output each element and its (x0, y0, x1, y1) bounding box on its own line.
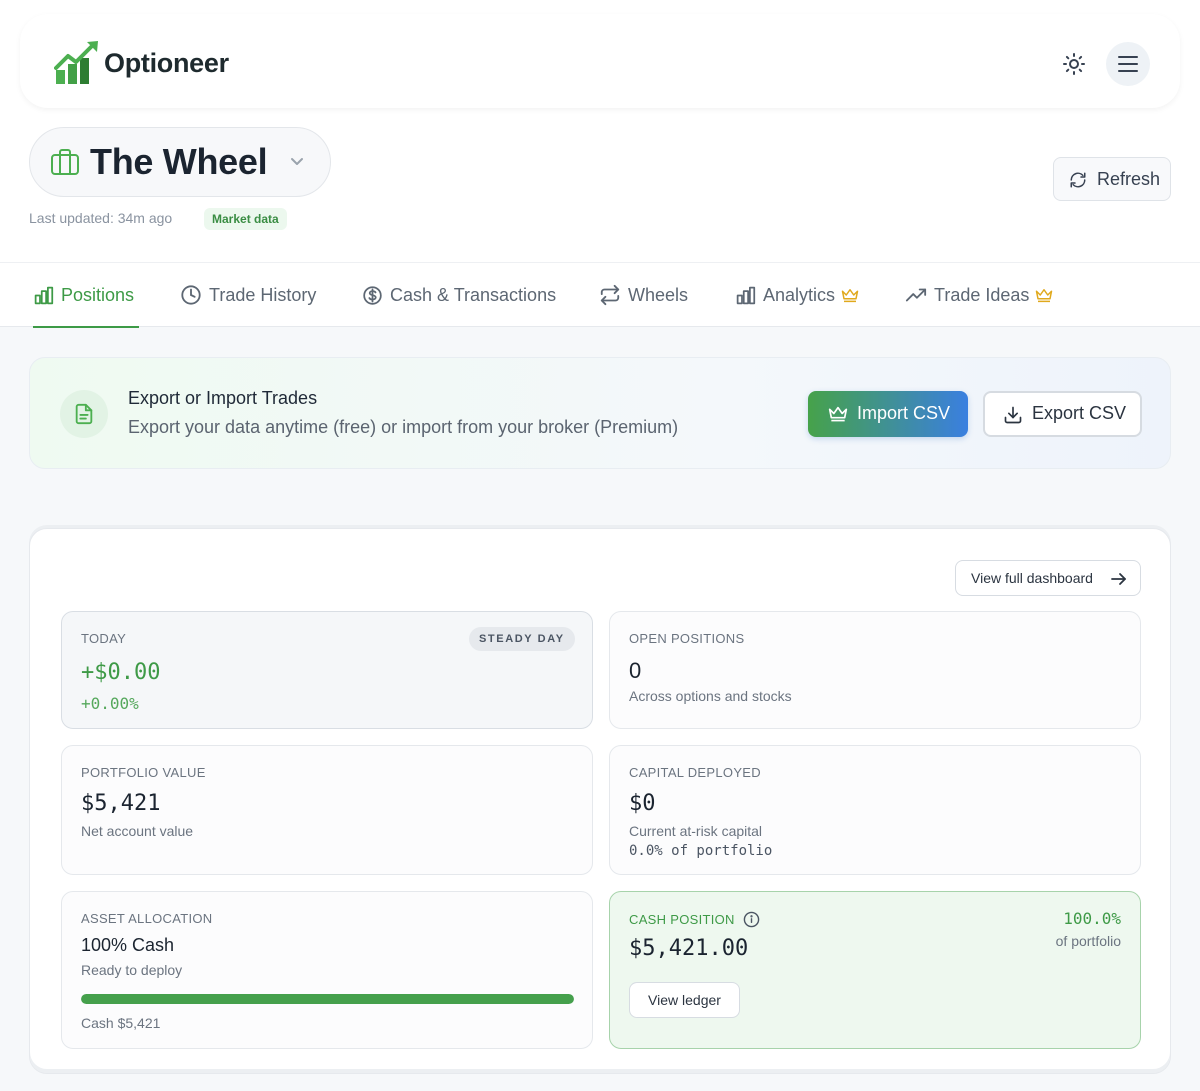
open-positions-card: OPEN POSITIONS 0 Across options and stoc… (609, 611, 1141, 729)
capital-deployed-value: $0 (629, 791, 656, 816)
open-positions-sub: Across options and stocks (629, 688, 792, 704)
cash-position-card: CASH POSITION 100.0% of portfolio $5,421… (609, 891, 1141, 1049)
banner-title: Export or Import Trades (128, 388, 318, 408)
portfolio-value-card: PORTFOLIO VALUE $5,421 Net account value (61, 745, 593, 875)
file-icon-wrap (60, 390, 108, 438)
menu-button[interactable] (1106, 42, 1150, 86)
asset-allocation-sub: Ready to deploy (81, 962, 183, 978)
refresh-label: Refresh (1097, 169, 1161, 189)
portfolio-selector[interactable]: The Wheel (29, 127, 331, 197)
capital-deployed-pct: 0.0% of portfolio (629, 843, 773, 859)
import-csv-label: Import CSV (857, 403, 951, 423)
view-ledger-button[interactable]: View ledger (629, 982, 740, 1018)
tab-positions[interactable]: Positions (33, 263, 140, 328)
import-csv-button[interactable]: Import CSV (808, 391, 968, 437)
brand-name: Optioneer (104, 47, 229, 78)
dollar-circle-icon (363, 285, 382, 305)
chevron-down-icon (291, 158, 303, 165)
portfolio-value-label: PORTFOLIO VALUE (81, 765, 206, 780)
dashboard-summary: View full dashboard TODAY STEADY DAY +$0… (29, 528, 1171, 1074)
capital-deployed-card: CAPITAL DEPLOYED $0 Current at-risk capi… (609, 745, 1141, 875)
asset-allocation-label: ASSET ALLOCATION (81, 911, 213, 926)
clock-icon (181, 285, 201, 305)
brand-logo[interactable]: Optioneer (54, 40, 229, 86)
tab-label: Trade History (209, 284, 317, 305)
asset-allocation-footer: Cash $5,421 (81, 1015, 161, 1031)
theme-toggle-button[interactable] (1060, 50, 1088, 78)
repeat-icon (600, 284, 620, 306)
cash-position-pct-sub: of portfolio (1055, 933, 1121, 949)
top-area: Optioneer The Wheel Last updated: 34m ag… (0, 0, 1200, 262)
allocation-progress-bar (81, 994, 574, 1004)
refresh-button[interactable]: Refresh (1053, 157, 1171, 201)
tab-label: Analytics (763, 284, 836, 305)
arrow-right-icon (1111, 573, 1126, 585)
portfolio-value: $5,421 (81, 791, 161, 816)
portfolio-name: The Wheel (90, 141, 268, 182)
cash-position-pct: 100.0% (1063, 909, 1121, 928)
export-csv-label: Export CSV (1032, 403, 1127, 423)
tab-label: Cash & Transactions (390, 284, 557, 305)
capital-deployed-label: CAPITAL DEPLOYED (629, 765, 761, 780)
tab-trade-history[interactable]: Trade History (180, 263, 316, 327)
download-icon (1004, 406, 1022, 424)
tab-label: Trade Ideas (934, 284, 1030, 305)
crown-icon (1036, 289, 1053, 303)
bar-chart-icon (736, 286, 756, 304)
file-text-icon (75, 403, 93, 425)
steady-day-badge: STEADY DAY (469, 627, 575, 651)
last-updated-text: Last updated: 34m ago (29, 210, 173, 226)
tab-trade-ideas[interactable]: Trade Ideas (905, 263, 1060, 327)
tabs-bar: Positions Trade History Cash & Transacti… (0, 262, 1200, 328)
banner-subtitle: Export your data anytime (free) or impor… (128, 417, 679, 437)
allocation-progress-fill (81, 994, 574, 1004)
view-full-dashboard-button[interactable]: View full dashboard (955, 560, 1141, 596)
hamburger-menu-icon (1118, 56, 1138, 72)
tab-cash-transactions[interactable]: Cash & Transactions (362, 263, 556, 327)
portfolio-value-sub: Net account value (81, 823, 194, 839)
view-full-dashboard-label: View full dashboard (971, 570, 1093, 586)
trending-up-icon (905, 288, 927, 302)
cash-position-label-row: CASH POSITION (629, 911, 760, 928)
tab-label: Positions (61, 284, 135, 305)
open-positions-label: OPEN POSITIONS (629, 631, 745, 646)
info-icon[interactable] (743, 911, 760, 928)
crown-icon (841, 289, 859, 303)
export-csv-button[interactable]: Export CSV (983, 391, 1142, 437)
tab-wheels[interactable]: Wheels (599, 263, 688, 327)
import-export-banner: Export or Import Trades Export your data… (29, 357, 1171, 469)
today-value: +$0.00 (81, 660, 161, 685)
cash-position-value: $5,421.00 (629, 936, 749, 961)
asset-allocation-card: ASSET ALLOCATION 100% Cash Ready to depl… (61, 891, 593, 1049)
tab-analytics[interactable]: Analytics (735, 263, 866, 327)
cash-position-label: CASH POSITION (629, 912, 735, 927)
capital-deployed-sub: Current at-risk capital (629, 823, 763, 839)
open-positions-value: 0 (629, 658, 642, 683)
refresh-icon (1070, 172, 1086, 188)
asset-allocation-value: 100% Cash (81, 935, 175, 955)
market-data-badge: Market data (204, 208, 287, 230)
briefcase-icon (51, 149, 79, 175)
sun-icon (1063, 53, 1085, 75)
today-label: TODAY (81, 631, 127, 646)
crown-icon (828, 406, 848, 422)
today-percent: +0.00% (81, 694, 139, 713)
app-header: Optioneer (20, 14, 1180, 108)
tab-label: Wheels (628, 284, 689, 305)
logo-icon (54, 41, 98, 84)
today-card: TODAY STEADY DAY +$0.00 +0.00% (61, 611, 593, 729)
bar-chart-icon (34, 286, 54, 304)
